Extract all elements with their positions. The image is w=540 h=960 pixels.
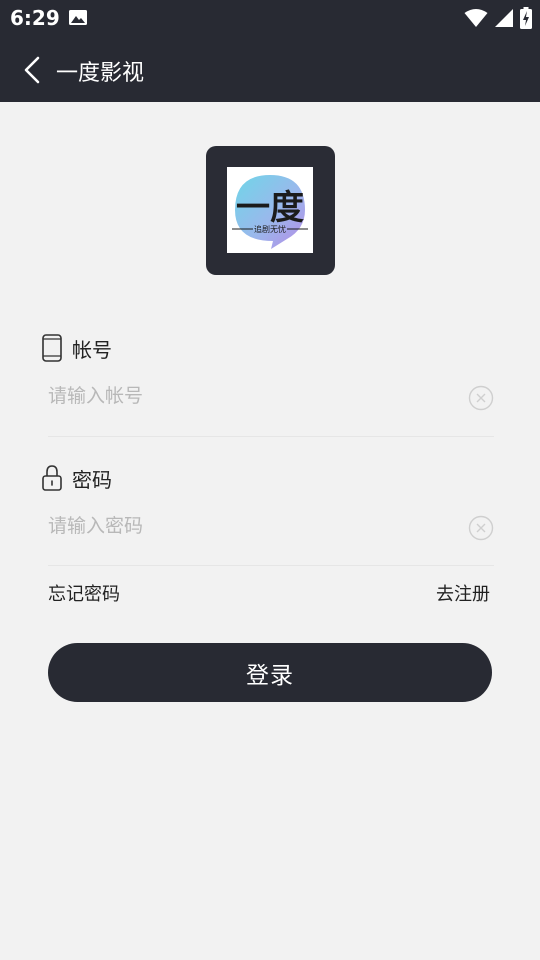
clear-password-icon[interactable] [468,515,494,541]
logo-main-text: 一度 [236,188,304,228]
top-bar: 6:29 一度影视 [0,0,540,102]
account-label-row: 帐号 [40,334,112,362]
account-input[interactable] [48,376,468,416]
status-icons [464,6,532,30]
chevron-left-icon[interactable] [18,54,48,86]
password-input[interactable] [48,506,468,546]
battery-charging-icon [520,7,532,29]
lock-icon [42,465,62,491]
register-link[interactable]: 去注册 [436,580,490,606]
password-label: 密码 [72,467,112,492]
status-time: 6:29 [10,6,60,30]
forgot-password-link[interactable]: 忘记密码 [48,580,120,606]
app-bar: 一度影视 [0,40,540,102]
password-label-row: 密码 [40,464,112,492]
account-label: 帐号 [72,337,112,362]
app-logo: 一度 追剧无忧 [206,146,335,275]
image-icon [69,10,87,25]
account-divider [48,436,494,437]
clear-account-icon[interactable] [468,385,494,411]
phone-icon [42,334,62,362]
logo-image: 一度 追剧无忧 [227,167,313,253]
status-bar: 6:29 [0,0,540,36]
logo-sub-text: 追剧无忧 [254,224,286,234]
password-divider [48,565,494,566]
page-title: 一度影视 [56,61,145,86]
wifi-icon [464,9,488,27]
signal-icon [495,9,513,27]
login-button[interactable]: 登录 [48,643,492,702]
